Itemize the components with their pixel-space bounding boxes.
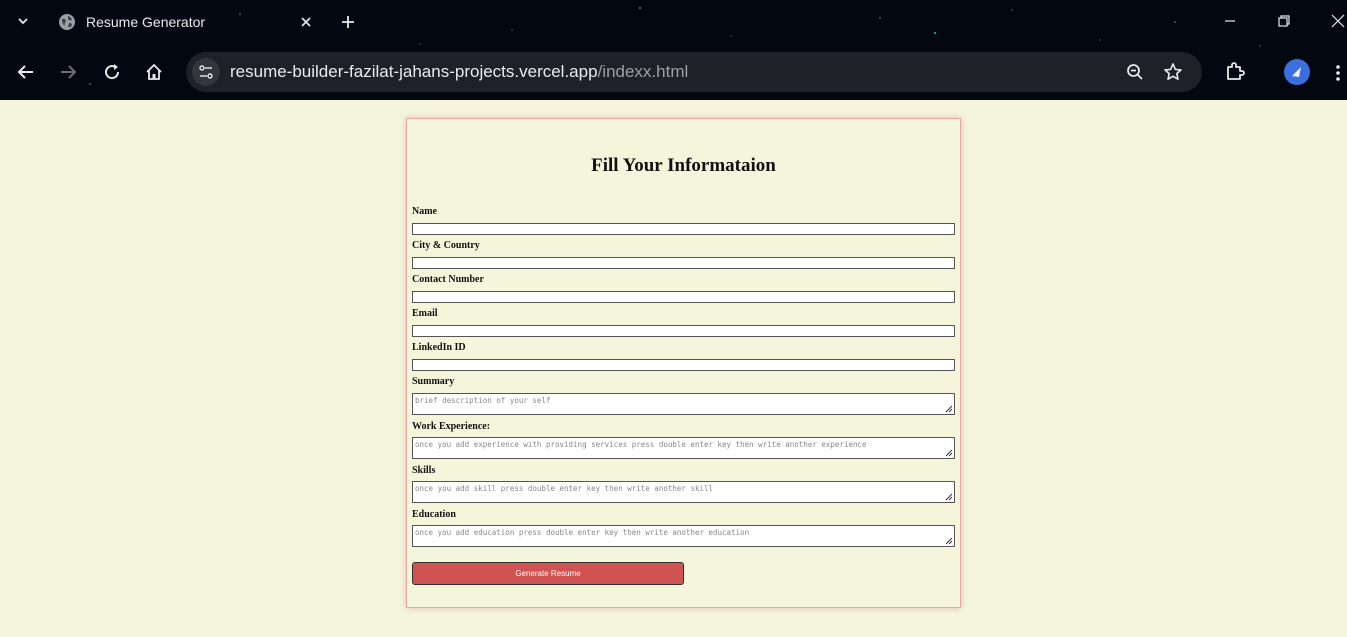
contact-number-input[interactable] — [412, 291, 955, 303]
new-tab-button[interactable] — [334, 8, 362, 36]
star-icon — [1164, 63, 1182, 80]
name-input[interactable] — [412, 223, 955, 235]
summary-label: Summary — [412, 376, 455, 387]
bookmark-button[interactable] — [1161, 60, 1185, 84]
name-label: Name — [412, 206, 437, 217]
avatar-icon — [1292, 67, 1301, 77]
summary-placeholder: brief description of your self — [415, 396, 551, 405]
address-bar[interactable]: resume-builder-fazilat-jahans-projects.v… — [186, 52, 1202, 92]
url-path: /indexx.html — [597, 62, 689, 81]
linkedin-label: LinkedIn ID — [412, 342, 466, 353]
tab-strip: Resume Generator — [0, 0, 1347, 42]
home-icon — [146, 63, 162, 80]
arrow-left-icon — [17, 65, 33, 79]
browser-chrome: Resume Generator resume-builder-fazilat-… — [0, 0, 1347, 100]
more-vert-icon — [1336, 65, 1340, 81]
education-textarea[interactable]: once you add education press double ente… — [412, 525, 955, 547]
resize-grip-icon[interactable] — [944, 404, 953, 413]
tab-search-button[interactable] — [10, 8, 36, 34]
puzzle-icon — [1227, 62, 1245, 80]
contact-number-label: Contact Number — [412, 274, 484, 285]
arrow-right-icon — [61, 65, 77, 79]
url-text: resume-builder-fazilat-jahans-projects.v… — [230, 62, 688, 82]
form-heading: Fill Your Informataion — [591, 155, 776, 176]
tune-icon — [199, 65, 213, 79]
restore-button[interactable] — [1264, 6, 1304, 36]
reload-icon — [105, 64, 120, 80]
linkedin-input[interactable] — [412, 359, 955, 371]
home-button[interactable] — [138, 56, 170, 88]
work-experience-textarea[interactable]: once you add experience with providing s… — [412, 437, 955, 459]
resize-grip-icon[interactable] — [944, 492, 953, 501]
restore-icon — [1278, 15, 1290, 27]
extensions-button[interactable] — [1220, 56, 1250, 86]
resize-grip-icon[interactable] — [944, 536, 953, 545]
work-experience-label: Work Experience: — [412, 421, 491, 432]
education-placeholder: once you add education press double ente… — [415, 528, 750, 537]
forward-button[interactable] — [52, 56, 84, 88]
email-label: Email — [412, 308, 438, 319]
skills-textarea[interactable]: once you add skill press double enter ke… — [412, 481, 955, 503]
resume-form: Fill Your Informataion Name City & Count… — [406, 118, 961, 608]
plus-icon — [342, 16, 354, 28]
work-experience-placeholder: once you add experience with providing s… — [415, 440, 867, 449]
back-button[interactable] — [10, 56, 42, 88]
chevron-down-icon — [18, 18, 28, 25]
city-country-label: City & Country — [412, 240, 480, 251]
email-input[interactable] — [412, 325, 955, 337]
zoom-button[interactable] — [1123, 60, 1147, 84]
skills-label: Skills — [412, 465, 436, 476]
url-host: resume-builder-fazilat-jahans-projects.v… — [230, 62, 598, 81]
reload-button[interactable] — [96, 56, 128, 88]
tab-resume-generator[interactable]: Resume Generator — [44, 4, 324, 40]
profile-avatar[interactable] — [1284, 59, 1310, 85]
resize-grip-icon[interactable] — [944, 448, 953, 457]
close-tab-icon[interactable] — [296, 12, 316, 32]
education-label: Education — [412, 509, 456, 520]
globe-icon — [59, 14, 75, 30]
browser-toolbar: resume-builder-fazilat-jahans-projects.v… — [0, 50, 1347, 96]
skills-placeholder: once you add skill press double enter ke… — [415, 484, 714, 493]
minimize-icon — [1225, 20, 1235, 22]
generate-resume-button[interactable]: Generate Resume — [412, 562, 684, 585]
close-icon — [1331, 14, 1345, 28]
minimize-button[interactable] — [1210, 6, 1250, 36]
city-country-input[interactable] — [412, 257, 955, 269]
close-window-button[interactable] — [1318, 6, 1347, 36]
site-info-button[interactable] — [192, 58, 220, 86]
browser-menu-button[interactable] — [1328, 58, 1347, 88]
summary-textarea[interactable]: brief description of your self — [412, 393, 955, 415]
tab-title: Resume Generator — [86, 14, 206, 30]
zoom-out-icon — [1127, 64, 1143, 80]
